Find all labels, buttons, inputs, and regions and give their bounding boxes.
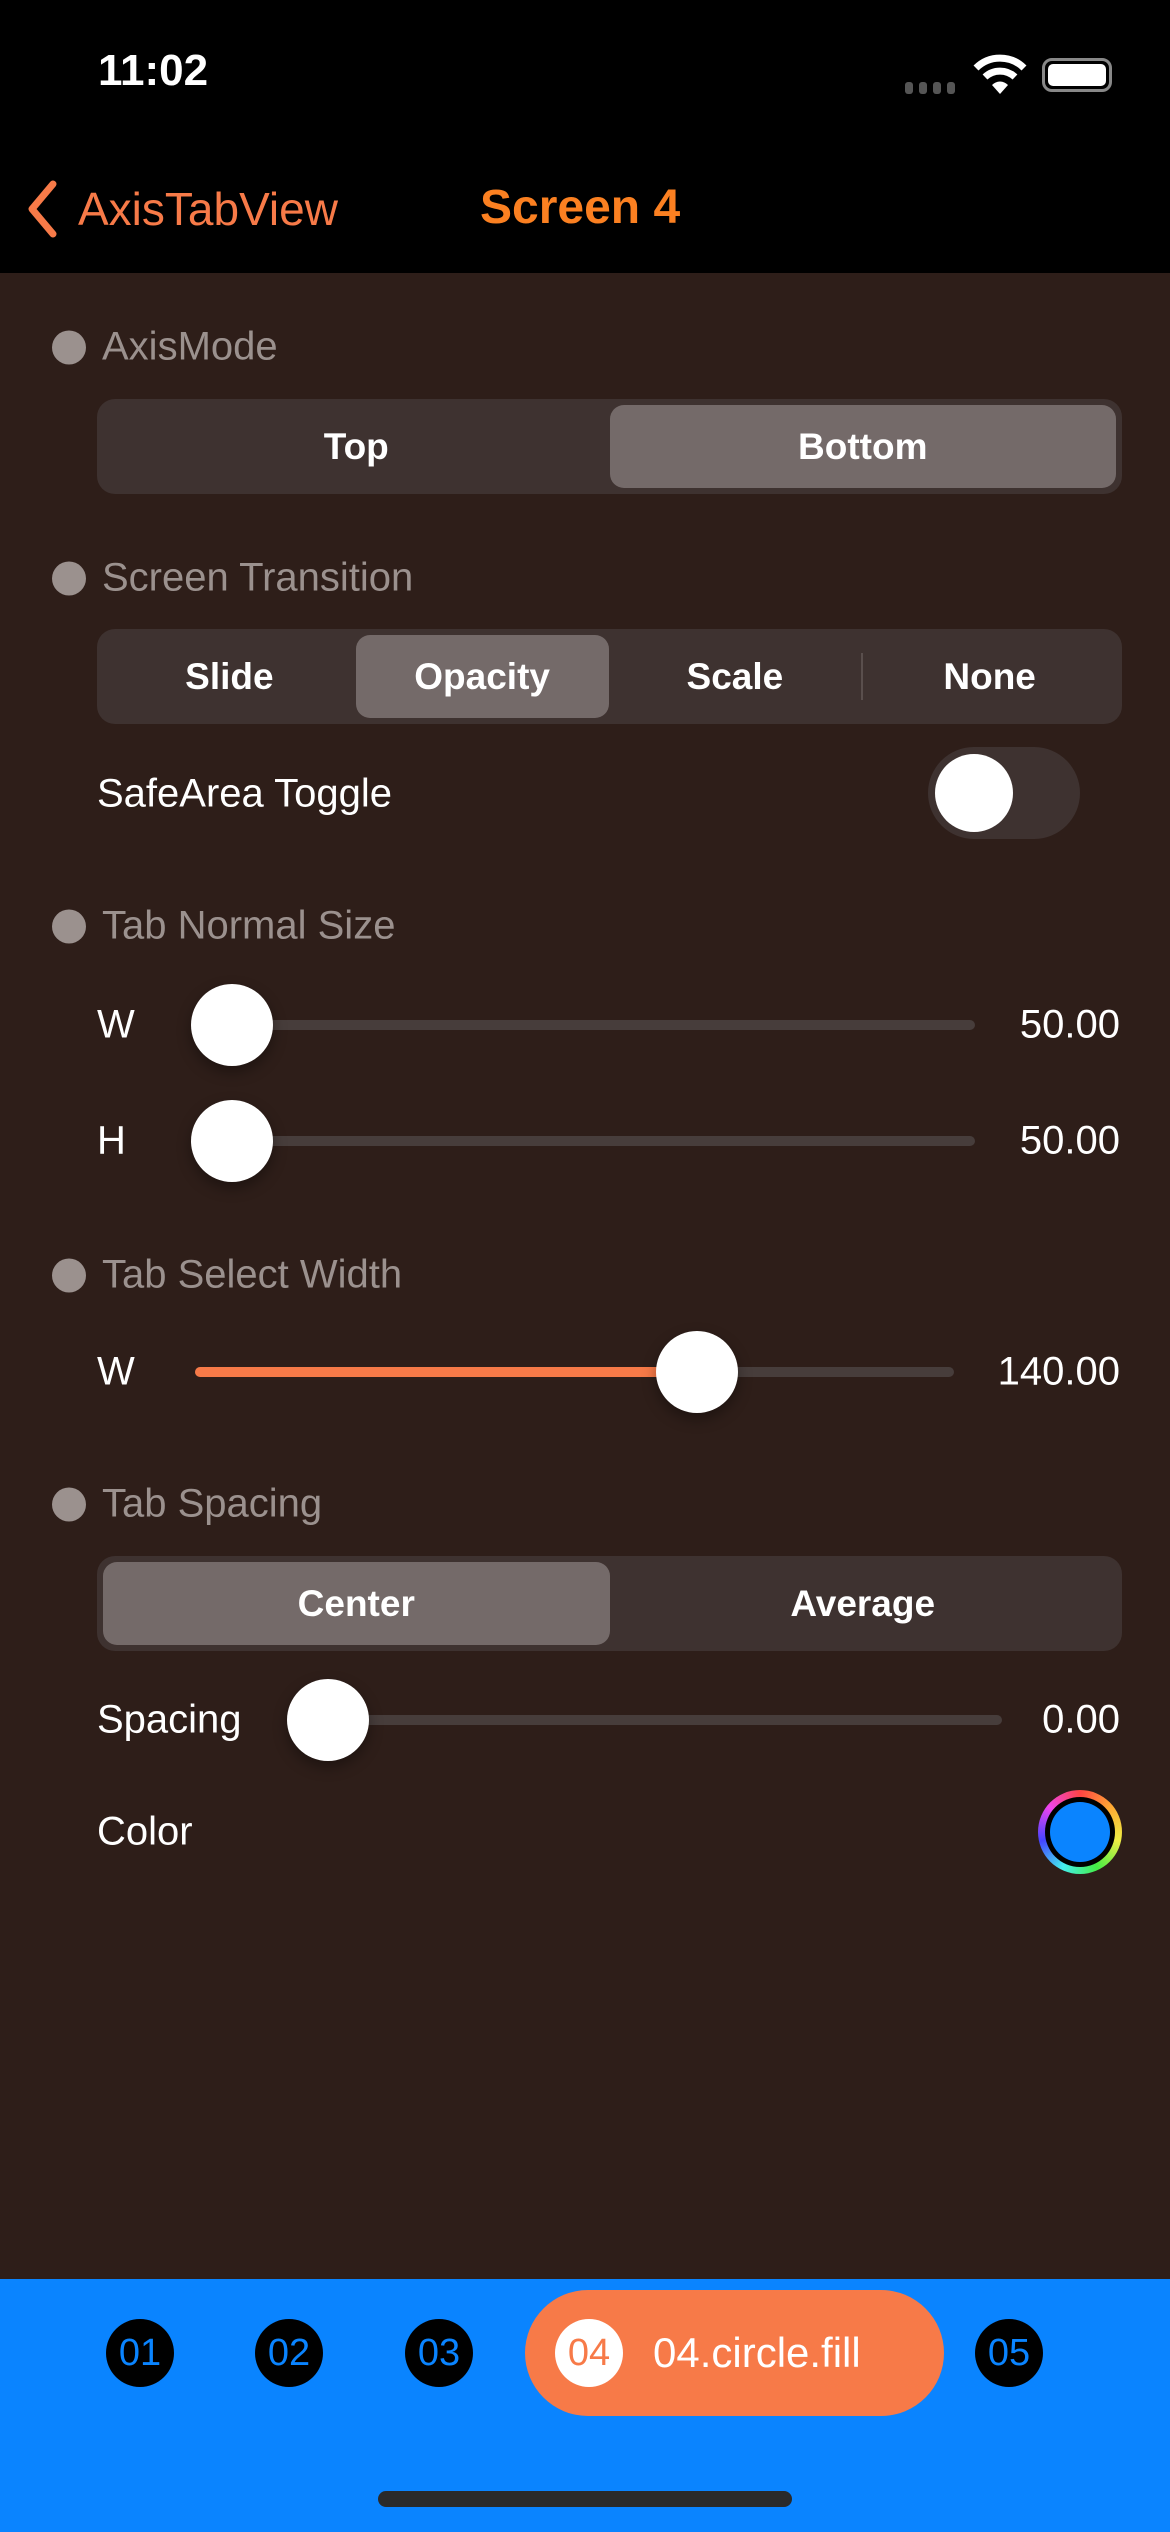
section-tab-normal-size: Tab Normal Size [52,904,395,949]
tab-04-icon: 04 [555,2319,623,2387]
spacing-label: Spacing [97,1697,242,1742]
back-button[interactable]: AxisTabView [26,180,338,238]
bullet-icon [52,561,86,595]
tab-03[interactable]: 03 [405,2319,473,2387]
segment-average[interactable]: Average [610,1562,1117,1645]
tab-04-selected[interactable]: 04 04.circle.fill [525,2290,944,2416]
bullet-icon [52,1258,86,1292]
home-indicator [378,2491,792,2507]
normal-width-value: 50.00 [1019,1002,1120,1047]
wifi-icon [973,54,1027,94]
status-time: 11:02 [98,46,209,95]
tab-01[interactable]: 01 [106,2319,174,2387]
normal-width-slider-track[interactable] [194,1020,975,1030]
section-screen-transition: Screen Transition [52,556,413,601]
section-tab-spacing: Tab Spacing [52,1482,322,1527]
segment-opacity[interactable]: Opacity [355,635,609,718]
normal-height-slider-track[interactable] [194,1136,975,1146]
section-tab-select-width: Tab Select Width [52,1253,402,1298]
back-label: AxisTabView [78,183,338,235]
safe-area-label: SafeArea Toggle [97,771,393,816]
transition-segmented-control[interactable]: Slide Opacity Scale None [97,629,1122,724]
tab-05[interactable]: 05 [975,2319,1043,2387]
bullet-icon [52,909,86,943]
tab-02[interactable]: 02 [255,2319,323,2387]
bullet-icon [52,330,86,364]
normal-height-value: 50.00 [1019,1118,1120,1163]
segment-slide[interactable]: Slide [103,635,356,718]
safe-area-toggle[interactable] [928,747,1080,839]
color-label: Color [97,1809,193,1854]
spacing-value: 0.00 [1042,1697,1120,1742]
battery-icon [1042,58,1112,92]
segment-none[interactable]: None [863,635,1116,718]
select-width-slider-fill [195,1367,698,1377]
toggle-knob [935,754,1013,832]
spacing-segmented-control[interactable]: Center Average [97,1556,1122,1651]
height-label: H [97,1118,126,1163]
normal-width-slider-thumb[interactable] [191,984,273,1066]
select-width-value: 140.00 [997,1349,1120,1394]
segment-center[interactable]: Center [103,1562,610,1645]
chevron-left-icon [28,180,57,238]
spacing-slider-thumb[interactable] [287,1679,369,1761]
spacing-slider-track[interactable] [328,1715,1002,1725]
select-width-slider-thumb[interactable] [656,1331,739,1413]
color-picker-well[interactable] [1038,1790,1122,1874]
segment-scale[interactable]: Scale [609,653,864,700]
segment-bottom[interactable]: Bottom [609,405,1116,488]
bullet-icon [52,1487,86,1521]
segment-top[interactable]: Top [103,405,610,488]
page-title: Screen 4 [480,181,681,234]
select-width-label: W [97,1349,135,1394]
width-label: W [97,1002,135,1047]
cellular-signal-icon [905,82,955,94]
section-axis-mode: AxisMode [52,325,278,370]
normal-height-slider-thumb[interactable] [191,1100,273,1182]
axis-mode-segmented-control[interactable]: Top Bottom [97,399,1122,494]
tab-04-label: 04.circle.fill [653,2329,861,2376]
